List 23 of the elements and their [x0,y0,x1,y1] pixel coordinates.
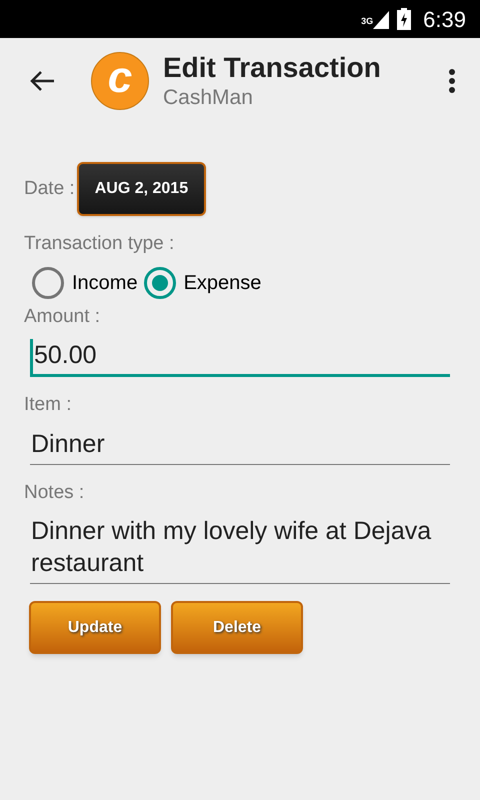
notes-field[interactable]: Dinner with my lovely wife at Dejava restaurant [30,515,450,584]
more-vertical-icon [448,69,456,93]
radio-button[interactable] [32,266,64,298]
amount-field[interactable]: 50.00 [30,339,450,377]
radio-label: Income [72,270,138,296]
radio-label: Expense [184,270,262,296]
field-label: Item : [24,393,73,417]
transaction-type-label: Transaction type : [24,232,176,256]
date-label: Date : [24,176,75,201]
back-arrow-icon [29,70,55,92]
item-field[interactable]: Dinner [30,428,450,464]
app-subtitle: CashMan [163,85,254,112]
overflow-menu-button[interactable] [446,67,458,95]
signal-icon [373,10,390,29]
battery-icon [397,8,412,30]
app-logo: c [91,52,149,110]
date-button[interactable]: AUG 2, 2015 [76,162,206,216]
radio-button[interactable] [144,266,176,298]
network-label: 3G [361,15,374,28]
field-label: Notes : [24,480,86,504]
clock-time: 6:39 [423,6,466,34]
screen-title: Edit Transaction [163,51,381,86]
field-label: Amount : [24,304,102,328]
